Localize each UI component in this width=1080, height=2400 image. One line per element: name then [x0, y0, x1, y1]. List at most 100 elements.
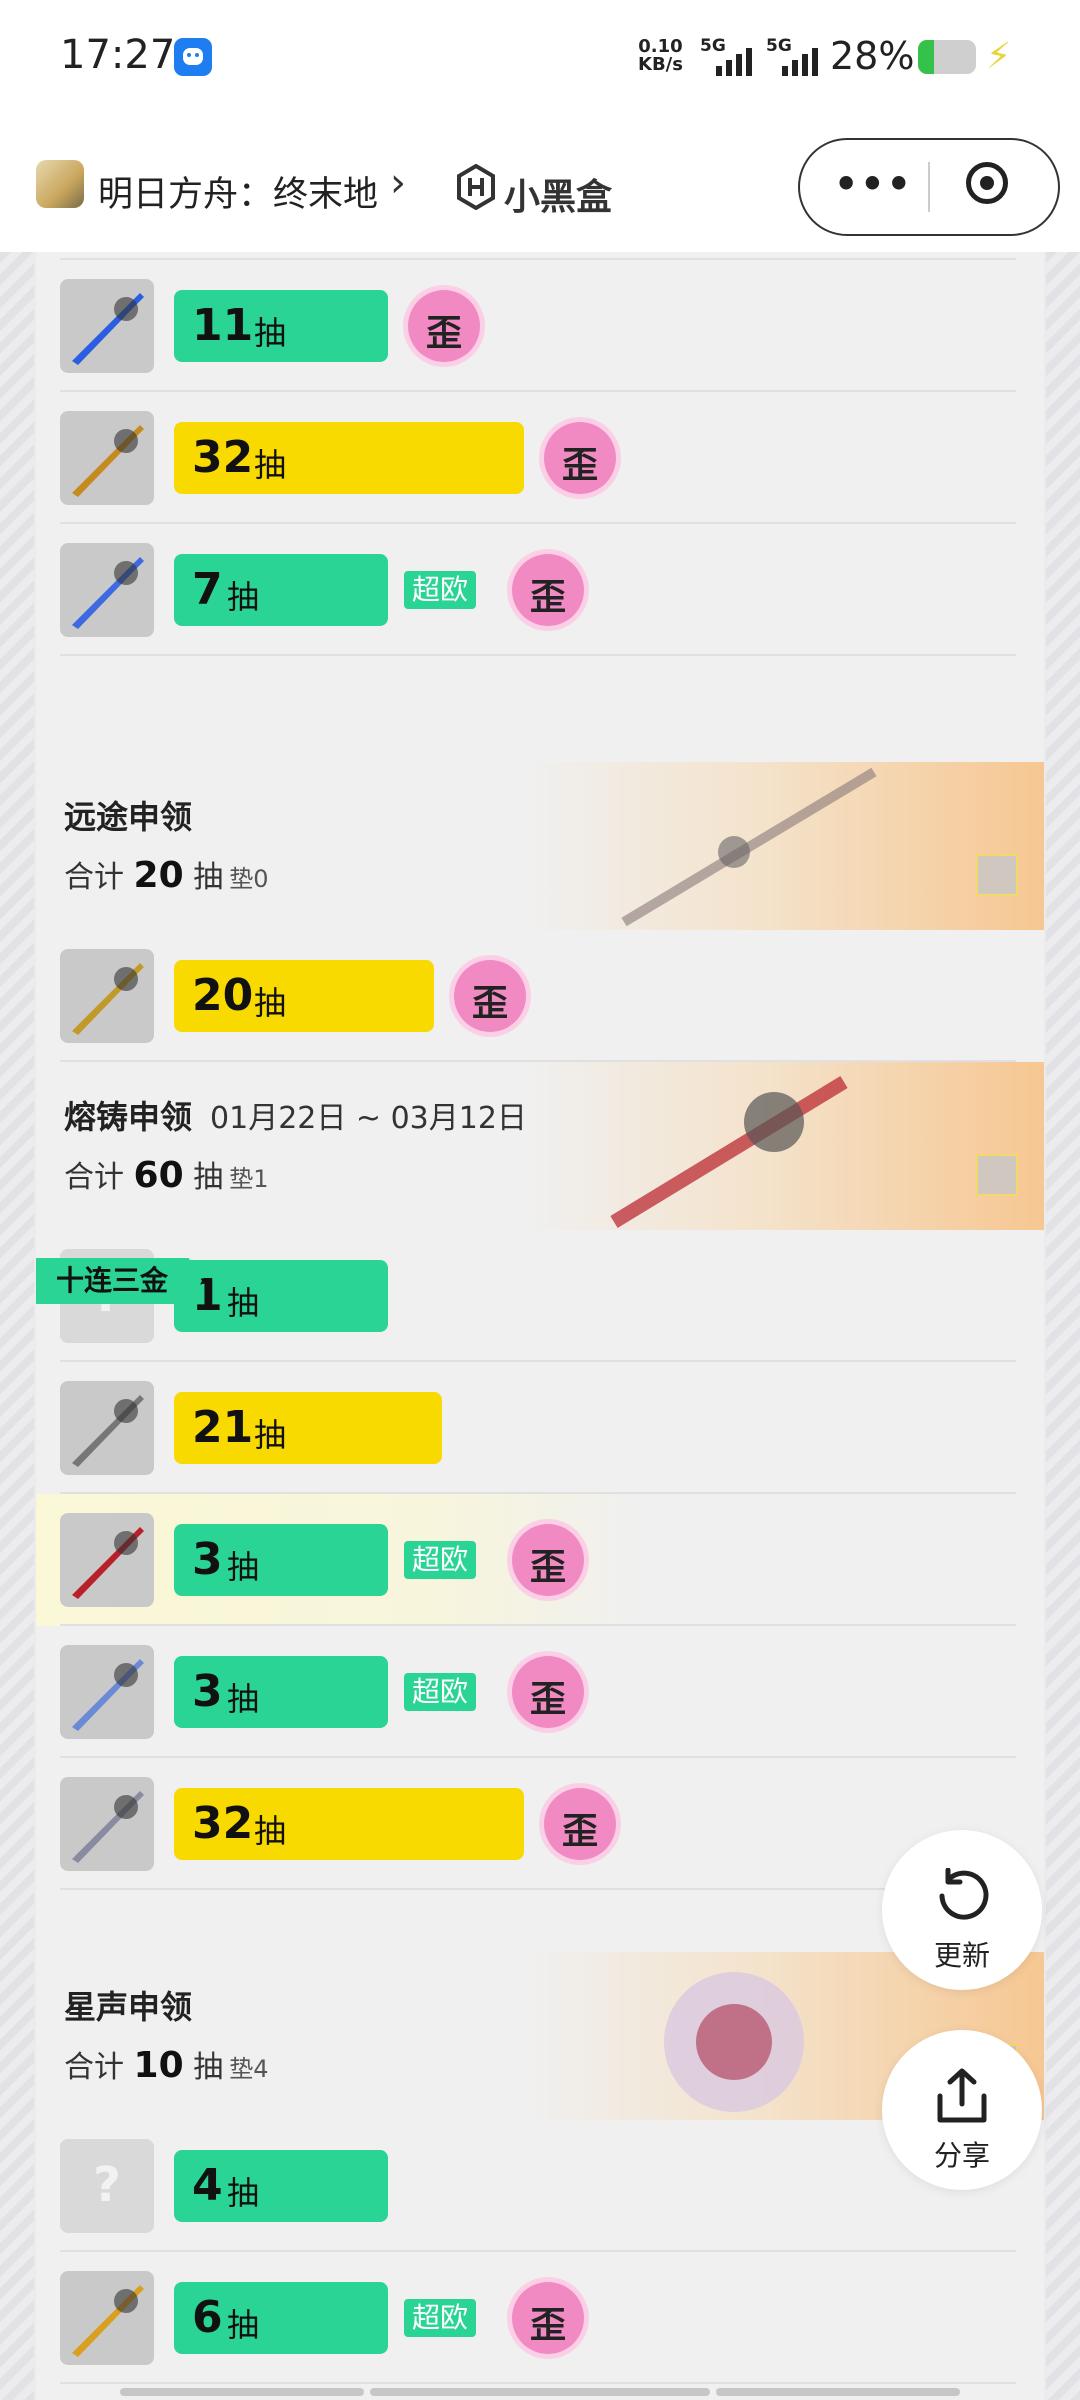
- banner-total: 合计 60 抽垫1: [64, 1152, 268, 1196]
- banner-weapon-art: [610, 1076, 848, 1228]
- banner-weapon-mini-icon: [976, 1154, 1018, 1196]
- weapon-icon: [72, 293, 144, 365]
- weapon-icon: [72, 1791, 144, 1863]
- total-prefix: 合计: [64, 860, 124, 895]
- pull-count: 7: [192, 564, 223, 615]
- ten-pull-triple-gold-tag: 十连三金: [36, 1258, 203, 1304]
- pull-count-bar: 1抽: [174, 1260, 388, 1332]
- pull-unit: 抽: [254, 1812, 287, 1850]
- share-button[interactable]: 分享: [882, 2030, 1042, 2190]
- scroll-indicator: [120, 2388, 364, 2396]
- pull-count-bar: 4抽: [174, 2150, 388, 2222]
- charging-bolt-icon: ⚡: [986, 36, 1012, 77]
- banner-title-text: 星声申领: [64, 1988, 193, 2026]
- pity-count: 垫0: [229, 865, 269, 893]
- pull-unit: 抽: [227, 2306, 260, 2344]
- pull-count: 11: [192, 300, 254, 351]
- off-banner-badge: 歪: [454, 960, 526, 1032]
- row-divider: [60, 654, 1016, 656]
- more-options-button[interactable]: •••: [834, 162, 913, 206]
- weapon-thumbnail: ?: [60, 2139, 154, 2233]
- weapon-icon: [72, 1527, 144, 1599]
- share-label: 分享: [933, 2139, 990, 2172]
- pull-record-row[interactable]: 32 抽歪: [36, 392, 1044, 524]
- pull-count: 32: [192, 1798, 254, 1849]
- refresh-button[interactable]: 更新: [882, 1830, 1042, 1990]
- refresh-label: 更新: [933, 1939, 990, 1972]
- status-bar: 17:27 0.10 KB/s 5G 5G 28% ⚡: [0, 0, 1080, 118]
- pull-count-bar: 3抽: [174, 1656, 388, 1728]
- off-banner-label: 歪: [529, 2305, 566, 2346]
- pull-record-row[interactable]: 7 抽超欧歪: [36, 524, 1044, 656]
- game-avatar[interactable]: [36, 160, 84, 208]
- banner-weapon-mini-icon: [976, 854, 1018, 896]
- row-divider: [60, 2382, 1016, 2384]
- pity-count: 垫4: [229, 2055, 269, 2083]
- banner-section-header[interactable]: 熔铸申领 01月22日 ~ 03月12日 合计 60 抽垫1: [36, 1062, 1044, 1230]
- off-banner-badge: 歪: [512, 554, 584, 626]
- close-mini-program-button[interactable]: [966, 162, 1008, 204]
- app-notification-icon: [174, 38, 212, 76]
- pull-unit: 抽: [227, 1680, 260, 1718]
- pull-unit: 抽: [227, 1548, 260, 1586]
- lucky-badge: 超欧: [404, 1541, 477, 1579]
- off-banner-badge: 歪: [544, 1788, 616, 1860]
- pull-unit: 抽: [254, 1416, 287, 1454]
- total-unit: 抽: [193, 2050, 224, 2085]
- pull-record-row[interactable]: 3 抽超欧歪: [36, 1494, 1044, 1626]
- weapon-icon: [72, 2285, 144, 2357]
- off-banner-label: 歪: [529, 1547, 566, 1588]
- weapon-thumbnail: [60, 279, 154, 373]
- pull-count: 20: [192, 970, 254, 1021]
- pull-count: 32: [192, 432, 254, 483]
- weapon-thumbnail: [60, 1381, 154, 1475]
- pull-record-row[interactable]: 20 抽歪: [36, 930, 1044, 1062]
- banner-section-header[interactable]: 远途申领 合计 20 抽垫0: [36, 762, 1044, 930]
- mini-program-title[interactable]: 明日方舟：终末地: [98, 166, 378, 217]
- off-banner-label: 歪: [529, 1679, 566, 1720]
- pull-record-row[interactable]: 30抽: [36, 252, 1044, 260]
- status-time: 17:27: [60, 32, 176, 78]
- banner-weapon-art: [664, 1972, 804, 2112]
- pull-count-bar: 3抽: [174, 1524, 388, 1596]
- battery-level-fill: [918, 40, 935, 74]
- weapon-icon: [72, 1659, 144, 1731]
- banner-total: 合计 20 抽垫0: [64, 852, 268, 896]
- banner-total: 合计 10 抽垫4: [64, 2042, 268, 2086]
- xiaoheihe-logo-icon: [457, 164, 495, 210]
- pull-unit: 抽: [227, 2174, 260, 2212]
- pull-record-row[interactable]: 11 抽歪: [36, 260, 1044, 392]
- mini-program-capsule: •••: [798, 138, 1060, 236]
- pull-record-row[interactable]: 3 抽超欧歪: [36, 1626, 1044, 1758]
- banner-title: 星声申领: [64, 1982, 192, 2028]
- pull-record-row[interactable]: 21 抽: [36, 1362, 1044, 1494]
- weapon-thumbnail: [60, 543, 154, 637]
- weapon-icon: [72, 557, 144, 629]
- pull-count: 3: [192, 1666, 223, 1717]
- lucky-badge: 超欧: [404, 2299, 477, 2337]
- scroll-indicator: [370, 2388, 710, 2396]
- banner-title: 熔铸申领 01月22日 ~ 03月12日: [64, 1092, 527, 1138]
- battery-icon: [918, 40, 976, 74]
- off-banner-badge: 歪: [512, 1524, 584, 1596]
- weapon-thumbnail: [60, 2271, 154, 2365]
- capsule-divider: [928, 162, 930, 212]
- pull-count: 21: [192, 1402, 254, 1453]
- pull-record-row[interactable]: 6 抽超欧歪: [36, 2252, 1044, 2384]
- battery-percent: 28%: [830, 34, 915, 78]
- weapon-thumbnail: [60, 1777, 154, 1871]
- pity-count: 垫1: [229, 1165, 269, 1193]
- off-banner-badge: 歪: [408, 290, 480, 362]
- brand-name: 小黑盒: [504, 177, 613, 218]
- row-divider: [60, 1888, 1016, 1890]
- chevron-right-icon[interactable]: ›: [390, 160, 406, 206]
- off-banner-label: 歪: [425, 313, 462, 354]
- off-banner-label: 歪: [529, 577, 566, 618]
- weapon-icon: [72, 425, 144, 497]
- banner-weapon-art: [621, 767, 877, 927]
- mini-program-nav-bar: 明日方舟：终末地 › 小黑盒 •••: [0, 118, 1080, 252]
- pull-count: 3: [192, 1534, 223, 1585]
- off-banner-label: 歪: [561, 445, 598, 486]
- network-speed: 0.10 KB/s: [638, 38, 683, 74]
- total-prefix: 合计: [64, 2050, 124, 2085]
